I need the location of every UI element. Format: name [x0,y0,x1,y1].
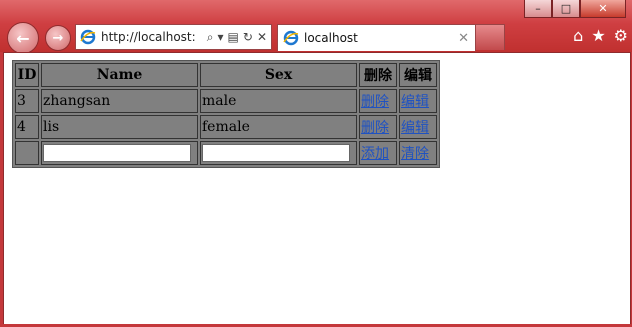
edit-link[interactable]: 编辑 [401,120,429,136]
header-name: Name [41,63,198,87]
cell-sex-input [200,141,357,165]
favorites-star-icon[interactable]: ★ [591,26,605,45]
compat-view-icon[interactable]: ▤ [228,30,239,45]
browser-toolbar: ⌂ ★ ⚙ [573,26,628,45]
new-row: 添加 清除 [15,141,437,165]
home-icon[interactable]: ⌂ [573,26,583,45]
settings-gear-icon[interactable]: ⚙ [614,26,628,45]
delete-link[interactable]: 删除 [361,94,389,110]
page-content: ID Name Sex 删除 编辑 3 zhangsan male 删除 编辑 … [3,52,631,326]
ie-tab-icon [283,30,299,46]
edit-link[interactable]: 编辑 [401,94,429,110]
search-icon[interactable]: ⌕ [207,30,214,45]
cell-sex: male [200,89,357,113]
cell-edit: 编辑 [399,89,437,113]
table-row: 3 zhangsan male 删除 编辑 [15,89,437,113]
cell-id-empty [15,141,39,165]
browser-chrome: – □ ✕ ← → http://localhost: ⌕ ▾ ▤ ↻ ✕ lo… [0,0,632,54]
cell-id: 4 [15,115,39,139]
records-table: ID Name Sex 删除 编辑 3 zhangsan male 删除 编辑 … [12,60,440,168]
cell-add: 添加 [359,141,397,165]
address-url[interactable]: http://localhost: [101,30,207,44]
table-header-row: ID Name Sex 删除 编辑 [15,63,437,87]
close-tab-icon[interactable]: ✕ [458,31,469,46]
stop-icon[interactable]: ✕ [257,30,267,45]
cell-delete: 删除 [359,89,397,113]
header-delete: 删除 [359,63,397,87]
name-input[interactable] [43,144,191,162]
ie-logo-icon [80,29,96,45]
cell-edit: 编辑 [399,115,437,139]
arrow-left-icon: ← [16,28,30,48]
add-link[interactable]: 添加 [361,146,389,162]
header-edit: 编辑 [399,63,437,87]
tab-title: localhost [304,31,358,45]
maximize-button[interactable]: □ [552,0,580,18]
window-controls: – □ ✕ [524,0,626,18]
delete-link[interactable]: 删除 [361,120,389,136]
back-button[interactable]: ← [7,22,39,54]
cell-sex: female [200,115,357,139]
cell-clear: 清除 [399,141,437,165]
header-sex: Sex [200,63,357,87]
tab-localhost[interactable]: localhost ✕ [277,24,476,51]
minimize-button[interactable]: – [524,0,552,18]
cell-name: zhangsan [41,89,198,113]
forward-button[interactable]: → [45,25,71,51]
table-row: 4 lis female 删除 编辑 [15,115,437,139]
arrow-right-icon: → [52,30,64,46]
dropdown-icon[interactable]: ▾ [218,30,224,45]
cell-id: 3 [15,89,39,113]
header-id: ID [15,63,39,87]
new-tab-button[interactable] [475,24,505,50]
refresh-icon[interactable]: ↻ [243,30,253,45]
close-window-button[interactable]: ✕ [580,0,626,18]
cell-name-input [41,141,198,165]
cell-name: lis [41,115,198,139]
address-bar[interactable]: http://localhost: ⌕ ▾ ▤ ↻ ✕ [75,24,272,50]
sex-input[interactable] [202,144,350,162]
clear-link[interactable]: 清除 [401,146,429,162]
cell-delete: 删除 [359,115,397,139]
